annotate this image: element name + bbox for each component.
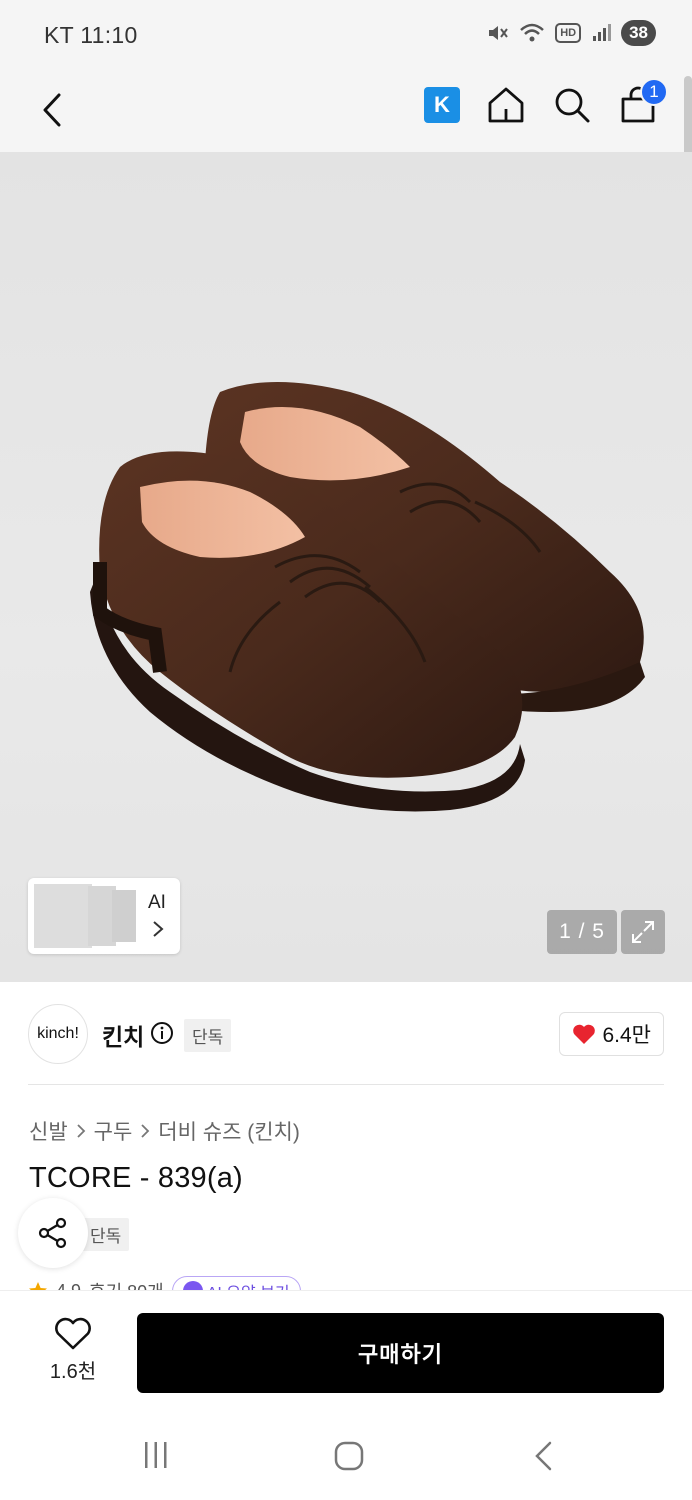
heart-filled-icon [573,1024,596,1044]
heart-outline-icon [55,1317,91,1350]
buy-button[interactable]: 구매하기 [137,1313,664,1393]
expand-image-button[interactable] [621,910,665,954]
share-button[interactable] [18,1198,88,1268]
hd-network-badge: HD [555,23,582,43]
brand-row: kinch! 킨치 단독 6.4만 [0,982,692,1086]
status-bar: KT 11:10 HD 38 [0,0,692,70]
chevron-right-icon [153,921,164,937]
image-page-counter: 1 / 5 [547,910,617,954]
top-nav: K 1 [0,70,692,152]
nav-icons: K 1 [424,78,668,126]
carrier-time: KT 11:10 [44,22,138,48]
k-logo-button[interactable]: K [424,87,460,123]
product-exclusive-badge: 단독 [82,1218,130,1251]
thumbnail-image [112,890,136,942]
breadcrumb-item[interactable]: 신발 [29,1116,68,1146]
ai-label: AI [148,892,166,913]
home-button[interactable] [486,84,526,126]
breadcrumb-item[interactable]: 구두 [94,1116,133,1146]
divider [28,1084,664,1085]
breadcrumb: 신발 구두 더비 슈즈 (킨치) [29,1116,300,1146]
cart-count-badge: 1 [640,78,668,106]
brand-like-button[interactable]: 6.4만 [559,1012,664,1056]
chevron-right-icon [141,1124,150,1138]
back-button[interactable] [32,88,72,132]
cart-button[interactable]: 1 [618,78,668,126]
mute-icon [489,26,508,40]
bottom-purchase-bar: 1.6천 구매하기 [0,1290,692,1412]
search-button[interactable] [552,84,592,126]
brand-logo[interactable]: kinch! [28,1004,88,1064]
home-nav-icon[interactable] [333,1440,365,1472]
home-icon [488,87,524,123]
chevron-left-icon [43,93,61,127]
wifi-icon [520,23,545,42]
thumbnail-image [34,884,92,948]
signal-icon [593,24,612,41]
recent-apps-icon[interactable] [141,1440,171,1470]
breadcrumb-item[interactable]: 더비 슈즈 (킨치) [158,1116,300,1146]
ai-styling-thumbnail[interactable]: AI [28,878,180,954]
wishlist-count: 1.6천 [49,1361,97,1383]
status-icons: HD 38 [485,20,656,46]
share-icon [38,1217,67,1249]
brand-like-count: 6.4만 [602,1024,651,1047]
expand-icon [632,921,654,943]
exclusive-badge: 단독 [184,1019,232,1052]
wishlist-button[interactable]: 1.6천 [38,1317,108,1387]
product-photo-shoes [90,382,645,812]
product-title: TCORE - 839(a) [29,1162,243,1194]
search-icon [555,88,590,123]
battery-indicator: 38 [621,20,656,46]
android-nav-bar [0,1412,692,1500]
info-icon[interactable] [150,1021,174,1045]
chevron-right-icon [77,1124,85,1138]
brand-name[interactable]: 킨치 [102,1018,144,1052]
product-image-gallery[interactable]: AI 1 / 5 [0,152,692,982]
back-nav-icon[interactable] [532,1440,554,1472]
